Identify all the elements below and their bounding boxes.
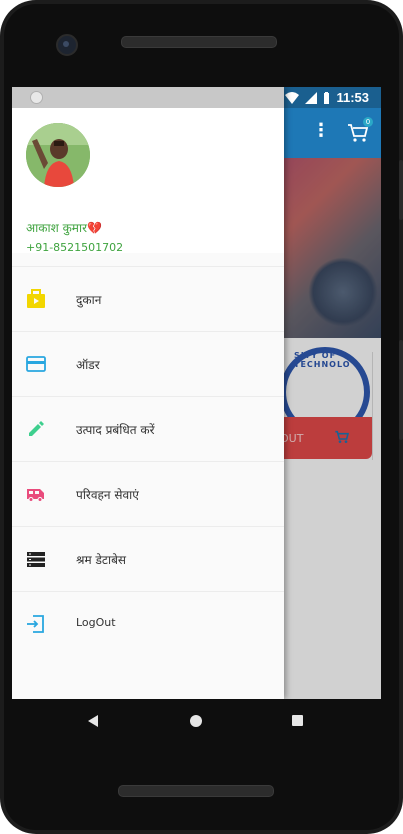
notification-dot-icon <box>30 91 43 104</box>
status-indicators: 11:53 <box>285 87 369 108</box>
credit-card-icon <box>26 356 46 372</box>
status-time: 11:53 <box>336 90 369 105</box>
power-button <box>399 340 403 440</box>
drawer-status-bar <box>12 87 284 108</box>
menu-item-labour-database[interactable]: श्रम डेटाबेस <box>12 526 284 591</box>
front-camera <box>56 34 78 56</box>
user-phone: +91-8521501702 <box>26 241 124 254</box>
drawer-header: आकाश कुमार💔 +91-8521501702 <box>12 108 284 254</box>
wifi-icon <box>285 91 300 104</box>
drawer-menu: दुकान ऑडर उत्पाद प्रबंधित करें परिवहन से… <box>12 266 284 656</box>
profile-photo <box>26 123 90 187</box>
home-icon[interactable] <box>190 715 202 727</box>
overflow-menu-icon[interactable]: ⋮ <box>312 122 330 140</box>
volume-button <box>399 160 403 220</box>
broken-heart-emoji: 💔 <box>86 221 102 235</box>
menu-item-orders[interactable]: ऑडर <box>12 331 284 396</box>
navigation-drawer: आकाश कुमार💔 +91-8521501702 दुकान ऑडर उत्… <box>12 87 284 699</box>
avatar[interactable] <box>26 123 90 187</box>
user-name: आकाश कुमार💔 <box>26 219 102 236</box>
recent-apps-icon[interactable] <box>292 715 303 726</box>
bottom-speaker <box>118 785 274 797</box>
menu-item-transport[interactable]: परिवहन सेवाएं <box>12 461 284 526</box>
battery-icon <box>324 91 330 104</box>
menu-item-shop[interactable]: दुकान <box>12 266 284 331</box>
bus-icon <box>27 489 44 502</box>
phone-frame: 11:53 ⋮ 0 SITY OF TECHNOLO OUT आकाश कुमा… <box>0 0 403 834</box>
app-screen: 11:53 ⋮ 0 SITY OF TECHNOLO OUT आकाश कुमा… <box>12 87 381 699</box>
menu-item-label: परिवहन सेवाएं <box>76 488 139 502</box>
earpiece-speaker <box>121 36 277 48</box>
logout-icon <box>27 615 44 633</box>
menu-item-manage-products[interactable]: उत्पाद प्रबंधित करें <box>12 396 284 461</box>
menu-item-label: श्रम डेटाबेस <box>76 553 127 567</box>
menu-item-logout[interactable]: LogOut <box>12 591 284 656</box>
database-list-icon <box>27 552 45 567</box>
menu-item-label: LogOut <box>76 616 116 629</box>
shop-bag-icon <box>27 289 45 308</box>
drawer-scrim[interactable] <box>274 158 381 699</box>
pencil-icon <box>29 421 44 436</box>
signal-icon <box>305 91 318 104</box>
user-name-text: आकाश कुमार <box>26 221 87 235</box>
menu-item-label: ऑडर <box>76 358 100 372</box>
menu-item-label: दुकान <box>76 293 102 307</box>
menu-item-label: उत्पाद प्रबंधित करें <box>76 423 155 437</box>
cart-count-badge: 0 <box>363 117 373 127</box>
back-icon[interactable] <box>88 715 98 727</box>
